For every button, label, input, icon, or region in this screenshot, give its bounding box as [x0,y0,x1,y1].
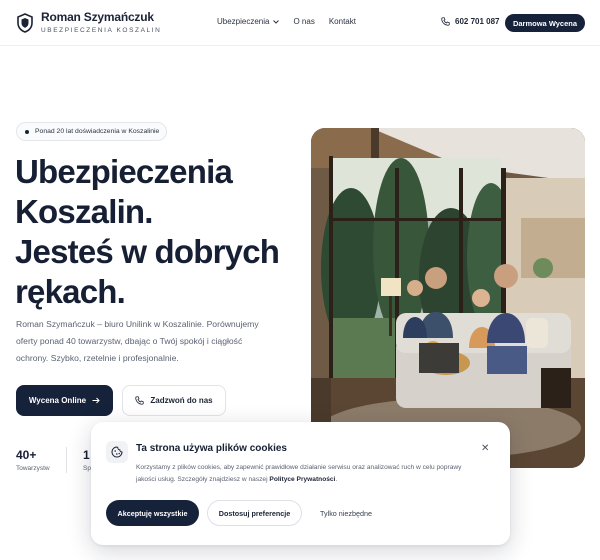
online-quote-label: Wycena Online [28,396,87,405]
phone-link[interactable]: 602 701 087 [441,17,500,26]
cookie-text: Korzystamy z plików cookies, aby zapewni… [136,462,471,486]
call-us-button[interactable]: Zadzwoń do nas [122,385,226,416]
experience-badge: Ponad 20 lat doświadczenia w Koszalinie [16,122,168,141]
stat-second: 1 Sp [83,448,91,472]
arrow-right-icon [92,397,100,404]
main-nav: Ubezpieczenia O nas Kontakt [217,17,356,26]
stat-label: Sp [83,465,91,472]
stat-number: 1 [83,448,90,462]
hero-title-line: Koszalin. [15,193,153,230]
stat-number: 40+ [16,448,37,462]
brand-subtitle: UBEZPIECZENIA KOSZALIN [41,27,162,34]
cookie-text-period: . [335,476,338,483]
brand-name: Roman Szymańczuk [41,10,154,24]
phone-number: 602 701 087 [455,17,500,26]
nav-item-kontakt[interactable]: Kontakt [329,17,356,26]
online-quote-button[interactable]: Wycena Online [16,385,113,416]
badge-text: Ponad 20 lat doświadczenia w Koszalinie [35,128,160,135]
badge-dot [25,129,29,134]
free-quote-button[interactable]: Darmowa Wycena [505,14,585,32]
stat-divider [66,447,67,473]
close-icon[interactable]: ✕ [481,443,489,454]
cookie-icon [106,441,128,463]
call-us-label: Zadzwoń do nas [150,396,213,405]
phone-icon [441,17,450,26]
logo[interactable]: Roman Szymańczuk UBEZPIECZENIA KOSZALIN [17,11,161,35]
cookie-preferences-button[interactable]: Dostosuj preferencje [207,500,302,526]
hero-title-line: rękach. [15,273,126,310]
hero-title-line: Ubezpieczenia [15,153,233,190]
cookie-title: Ta strona używa plików cookies [136,443,287,454]
chevron-down-icon [273,19,280,24]
hero-title-line: Jesteś w dobrych [15,233,280,270]
hero-family-photo [311,128,585,468]
hero-description: Roman Szymańczuk – biuro Unilink w Kosza… [16,319,259,363]
necessary-only-button[interactable]: Tylko niezbędne [310,500,382,526]
nav-item-ubezpieczenia[interactable]: Ubezpieczenia [217,17,280,26]
phone-icon [135,396,145,405]
stat-label: Towarzystw [16,465,50,472]
accept-all-cookies-button[interactable]: Akceptuję wszystkie [106,500,199,526]
shield-icon [17,13,33,33]
nav-item-label: Ubezpieczenia [217,17,270,26]
privacy-policy-link[interactable]: Polityce Prywatności [269,476,335,483]
hero-title: Ubezpieczenia Koszalin. Jesteś w dobrych… [15,152,305,312]
cookie-banner: Ta strona używa plików cookies ✕ Korzyst… [91,422,510,545]
site-header: Roman Szymańczuk UBEZPIECZENIA KOSZALIN … [0,0,600,46]
stat-insurers: 40+ Towarzystw [16,448,50,472]
nav-item-o-nas[interactable]: O nas [293,17,314,26]
